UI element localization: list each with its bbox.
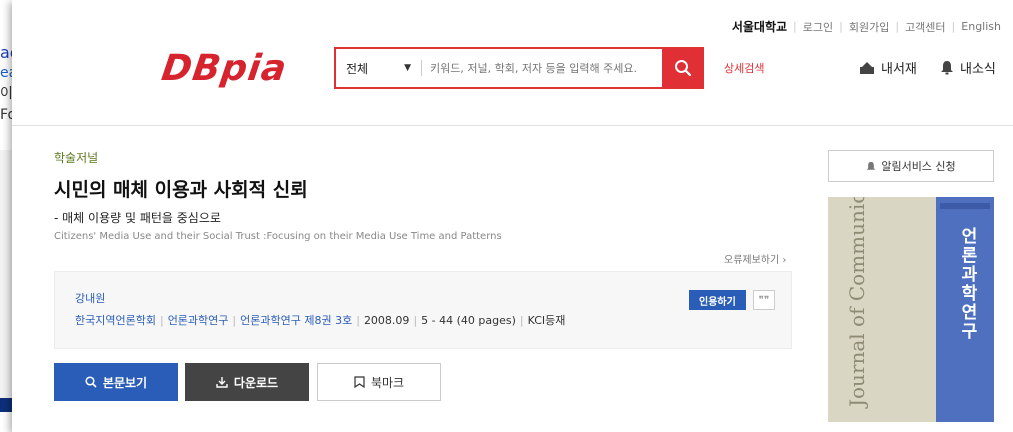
- journal-link[interactable]: 언론과학연구: [168, 312, 229, 328]
- search-bar: 전체 ▼: [334, 47, 704, 89]
- search-button[interactable]: [662, 47, 704, 89]
- issue-link[interactable]: 언론과학연구 제8권 3호: [240, 312, 352, 328]
- dbpia-page: 서울대학교 | 로그인 | 회원가입 | 고객센터 | English DBpi…: [12, 0, 1013, 432]
- divider: |: [951, 20, 956, 33]
- divider: |: [356, 313, 360, 327]
- institution-name: 서울대학교: [731, 20, 788, 34]
- my-news-label: 내소식: [960, 62, 996, 77]
- quote-icon[interactable]: ❞❞: [753, 290, 775, 310]
- divider: |: [519, 313, 524, 327]
- author-link[interactable]: 강내원: [75, 290, 105, 306]
- article-english-title: Citizens' Media Use and their Social Tru…: [54, 231, 502, 242]
- bookshelf-icon: [860, 61, 874, 74]
- divider: |: [793, 20, 797, 33]
- download-icon: [216, 377, 228, 388]
- divider: |: [232, 313, 237, 327]
- article-category[interactable]: 학술저널: [54, 149, 98, 166]
- page-range: 5 - 44 (40 pages): [421, 313, 516, 327]
- publication-meta: 한국지역언론학회 | 언론과학연구 | 언론과학연구 제8권 3호 | 2008…: [75, 312, 565, 328]
- my-library-label: 내서재: [881, 62, 917, 77]
- download-button[interactable]: 다운로드: [185, 363, 309, 401]
- bookmark-icon: [354, 376, 365, 388]
- view-fulltext-label: 본문보기: [102, 375, 148, 390]
- article-info-box: 강내원 한국지역언론학회 | 언론과학연구 | 언론과학연구 제8권 3호 | …: [54, 271, 792, 349]
- search-icon: [675, 60, 692, 77]
- bell-icon: [867, 161, 876, 170]
- site-header: DBpia 전체 ▼ 상세검색: [12, 40, 1013, 126]
- kci-badge: KCI등재: [527, 314, 566, 327]
- publication-date: 2008.09: [363, 313, 410, 327]
- dbpia-logo[interactable]: DBpia: [159, 48, 289, 89]
- search-scope-select[interactable]: 전체 ▼: [336, 60, 421, 77]
- article-subtitle: - 매체 이용량 및 패턴을 중심으로: [54, 211, 221, 225]
- article-detail: 학술저널 시민의 매체 이용과 사회적 신뢰 - 매체 이용량 및 패턴을 중심…: [12, 127, 1013, 432]
- article-title: 시민의 매체 이용과 사회적 신뢰: [54, 179, 308, 201]
- caret-down-icon: ▼: [404, 63, 411, 73]
- cover-strip: [940, 203, 990, 209]
- divider: |: [159, 313, 164, 327]
- top-utility-bar: 서울대학교 | 로그인 | 회원가입 | 고객센터 | English: [732, 18, 1001, 35]
- english-link[interactable]: English: [961, 20, 1001, 33]
- my-news-link[interactable]: 내소식: [940, 58, 996, 77]
- search-scope-value: 전체: [346, 61, 369, 76]
- publisher-link[interactable]: 한국지역언론학회: [75, 312, 156, 328]
- bookmark-label: 북마크: [370, 375, 405, 390]
- magnifier-icon: [85, 376, 97, 388]
- alert-service-label: 알림서비스 신청: [881, 160, 956, 173]
- login-link[interactable]: 로그인: [803, 19, 833, 35]
- bookmark-button[interactable]: 북마크: [317, 363, 441, 401]
- signup-link[interactable]: 회원가입: [849, 19, 889, 35]
- advanced-search-link[interactable]: 상세검색: [724, 60, 764, 76]
- search-input[interactable]: [422, 61, 662, 75]
- alert-service-button[interactable]: 알림서비스 신청: [828, 150, 994, 182]
- chevron-right-icon: ›: [782, 255, 787, 266]
- divider: |: [413, 313, 418, 327]
- divider: |: [839, 20, 843, 33]
- customer-center-link[interactable]: 고객센터: [905, 19, 945, 35]
- download-label: 다운로드: [233, 375, 279, 390]
- view-fulltext-button[interactable]: 본문보기: [54, 363, 178, 401]
- cover-title-korean: 언론과학연구: [957, 227, 977, 341]
- divider: |: [895, 20, 900, 33]
- journal-cover-image[interactable]: Journal of Communication Science 언론과학연구: [828, 197, 994, 422]
- my-library-link[interactable]: 내서재: [859, 58, 917, 77]
- report-error-link[interactable]: 오류제보하기 ›: [724, 251, 786, 266]
- cite-button[interactable]: 인용하기: [689, 290, 746, 310]
- screen: ae ear 이용. Foc 서울대학교 | 로그인 | 회원가입 | 고객센터…: [0, 0, 1013, 432]
- report-error-label: 오류제보하기: [724, 255, 780, 266]
- bell-icon: [941, 61, 953, 75]
- cover-title-english: Journal of Communication Science: [845, 197, 869, 407]
